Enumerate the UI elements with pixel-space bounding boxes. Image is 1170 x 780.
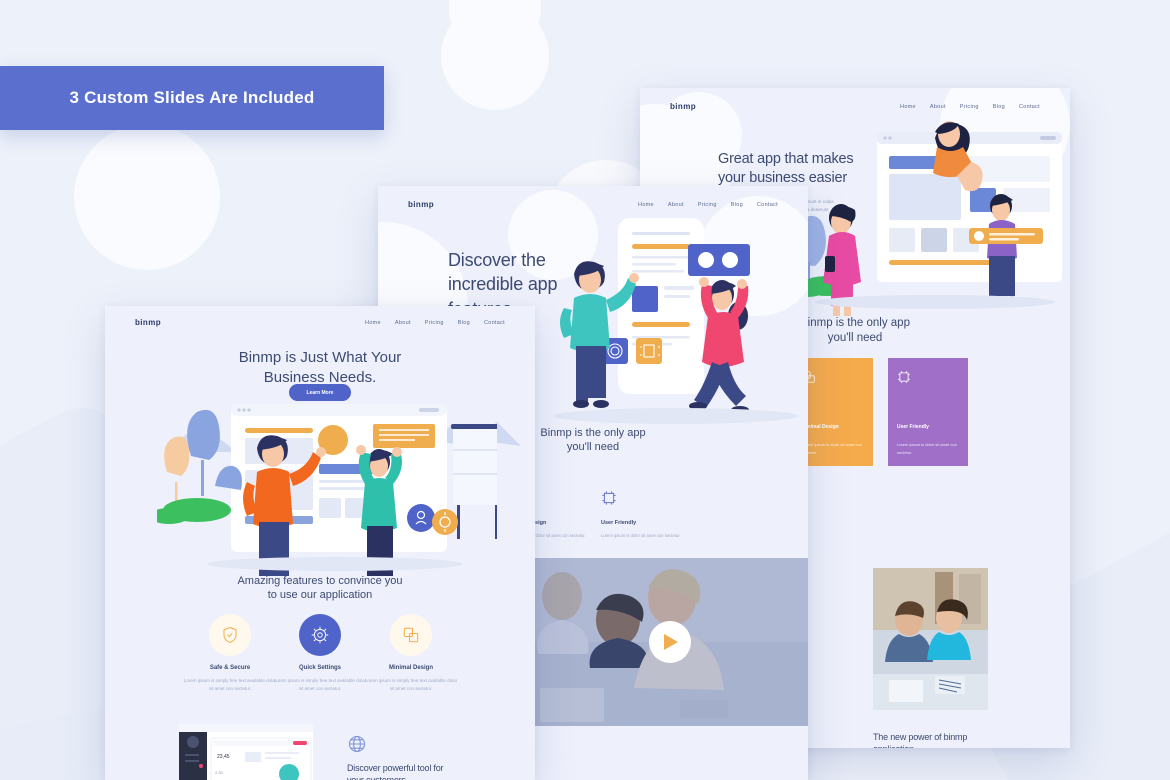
slide2-nav-contact[interactable]: Contact	[757, 202, 778, 208]
slide2-logo[interactable]: binmp	[408, 200, 434, 209]
slide1-feature2-title: Quick Settings	[298, 665, 341, 671]
slide3-card3-title: User Friendly	[897, 424, 929, 430]
slide3-team-photo	[873, 568, 988, 710]
slide3-card3-desc: Lorem ipsum is dolor sit amet con sectet…	[897, 442, 957, 455]
slide2-card-user-friendly[interactable]: User Friendly Lorem ipsum is dolor sit a…	[593, 476, 695, 556]
slide1-logo[interactable]: binmp	[135, 318, 161, 327]
slide2-card3-title: User Friendly	[601, 520, 637, 526]
slide2-hero-illustration	[554, 218, 798, 424]
slide1-nav-home[interactable]: Home	[365, 320, 381, 326]
slide2-nav-links[interactable]: Home About Pricing Blog Contact	[638, 202, 778, 208]
presentation-preview: 3 Custom Slides Are Included binmp Home …	[0, 0, 1170, 780]
svg-text:2.30: 2.30	[215, 770, 224, 775]
slide3-logo[interactable]: binmp	[670, 102, 696, 111]
slide1-hero-heading: Binmp is Just What Your Business Needs.	[238, 349, 402, 386]
slide1-nav-links[interactable]: Home About Pricing Blog Contact	[365, 320, 505, 326]
slide2-nav-home[interactable]: Home	[638, 202, 654, 208]
slide2-video-block[interactable]	[530, 558, 808, 726]
slide1-feature1-title: Safe & Secure	[209, 665, 251, 671]
slide1-feature-quick-settings[interactable]: Quick Settings Lorem ipsum is simply fre…	[272, 614, 368, 694]
slide1-hero-illustration	[157, 404, 497, 576]
slide2-nav-pricing[interactable]: Pricing	[698, 202, 717, 208]
slide1-feature2-icon-wrap	[299, 614, 341, 656]
slide1-feature3-desc: Lorem ipsum is simply free text availabl…	[364, 678, 458, 692]
slide2-nav-about[interactable]: About	[668, 202, 684, 208]
slide1-nav-about[interactable]: About	[395, 320, 411, 326]
slide1-nav[interactable]: binmp Home About Pricing Blog Contact	[105, 318, 535, 327]
slide1-tool-heading: Discover powerful tool for your customer…	[347, 763, 444, 780]
slide2-nav[interactable]: binmp Home About Pricing Blog Contact	[378, 200, 808, 209]
svg-text:23,45: 23,45	[217, 754, 230, 760]
slide1-feature1-icon-wrap	[209, 614, 251, 656]
slide1-nav-blog[interactable]: Blog	[458, 320, 470, 326]
crop-icon	[601, 490, 687, 506]
slide1-feature-safe-secure[interactable]: Safe & Secure Lorem ipsum is simply free…	[182, 614, 278, 694]
slide3-card-user-friendly[interactable]: User Friendly Lorem ipsum is dolor sit a…	[888, 358, 968, 466]
bg-circle-2	[441, 2, 549, 110]
slide1-feature1-desc: Lorem ipsum is simply free text availabl…	[183, 678, 277, 692]
crop-icon	[898, 371, 910, 383]
globe-icon	[348, 735, 366, 753]
slide1-feature3-icon-wrap	[390, 614, 432, 656]
slide1-nav-contact[interactable]: Contact	[484, 320, 505, 326]
promo-banner: 3 Custom Slides Are Included	[0, 66, 384, 130]
slide1-dashboard-mockup: 23,45 2.30	[179, 724, 313, 780]
layers-icon	[403, 627, 419, 643]
slide3-power-heading: The new power of binmp application.	[873, 732, 968, 748]
slide3-card2-desc: Lorem ipsum is dolor sit amet con sectet…	[802, 442, 862, 455]
slide2-card3-desc: Lorem ipsum is dolor sit amet con sectet…	[601, 533, 681, 538]
slide-card-1[interactable]: binmp Home About Pricing Blog Contact Bi…	[105, 306, 535, 780]
slide1-features-heading: Amazing features to convince you to use …	[237, 575, 403, 602]
slide2-nav-blog[interactable]: Blog	[731, 202, 743, 208]
slide1-feature2-desc: Lorem ipsum is simply free text availabl…	[273, 678, 367, 692]
slide1-nav-pricing[interactable]: Pricing	[425, 320, 444, 326]
slide1-tool-block: Discover powerful tool for your customer…	[347, 734, 444, 780]
bg-circle-3	[74, 124, 220, 270]
promo-banner-label: 3 Custom Slides Are Included	[69, 88, 315, 107]
gear-icon	[311, 626, 329, 644]
shield-icon	[223, 626, 237, 644]
slide3-hero-illustration	[789, 121, 1062, 316]
slide1-feature3-title: Minimal Design	[388, 665, 433, 671]
slide1-feature-minimal-design[interactable]: Minimal Design Lorem ipsum is simply fre…	[363, 614, 459, 694]
